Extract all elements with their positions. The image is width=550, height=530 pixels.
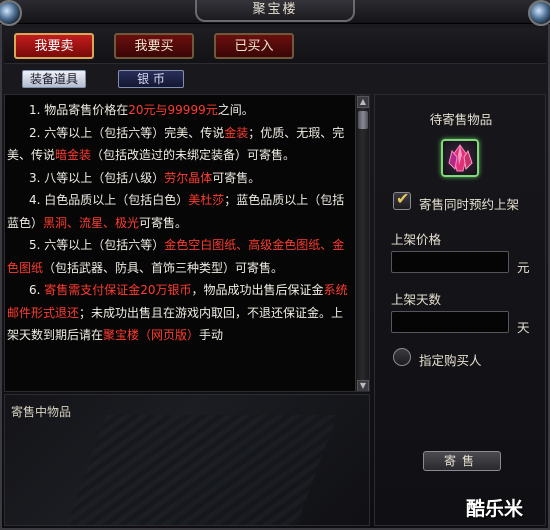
specify-buyer-label: 指定购买人	[419, 353, 482, 368]
days-label: 上架天数	[391, 292, 442, 307]
rule-6: 6. 寄售需支付保证金20万银币，物品成功出售后保证金系统邮件形式退还；未成功出…	[7, 283, 348, 342]
selling-items-panel: 寄售中物品	[4, 394, 370, 526]
days-input[interactable]	[391, 311, 509, 333]
subtab-equipment[interactable]: 装备道具	[22, 70, 86, 88]
corner-gem-icon	[0, 0, 22, 26]
reserve-listing-label: 寄售同时预约上架	[419, 197, 520, 212]
price-label: 上架价格	[391, 232, 442, 247]
watermark: 酷乐米	[466, 498, 524, 520]
corner-gem-icon	[528, 0, 550, 26]
checkmark-icon: ✔	[396, 189, 410, 208]
subtab-silver[interactable]: 银 币	[118, 70, 184, 88]
tab-bought[interactable]: 已买入	[214, 33, 294, 59]
tab-buy[interactable]: 我要买	[114, 33, 194, 59]
pending-item-title: 待寄售物品	[429, 112, 493, 127]
consign-panel: 待寄售物品 ✔ 寄售同时预约上架 上架价格 元 上架天数 天 指定购买人 寄售	[374, 94, 546, 526]
consign-button[interactable]: 寄售	[423, 451, 501, 471]
days-unit: 天	[517, 320, 530, 335]
scroll-up-icon[interactable]: ▲	[357, 96, 369, 108]
scroll-down-icon[interactable]: ▼	[357, 380, 369, 391]
reserve-listing-checkbox[interactable]: ✔	[393, 189, 411, 210]
rule-5: 5. 六等以上（包括六等）金色空白图纸、高级金色图纸、金色图纸（包括武器、防具、…	[7, 238, 345, 275]
specify-buyer-checkbox[interactable]	[393, 348, 411, 366]
rule-1: 1. 物品寄售价格在20元与99999元之间。	[29, 103, 254, 117]
rule-2: 2. 六等以上（包括六等）完美、传说金装；优质、无瑕、完美、传说暗金装（包括改造…	[7, 125, 345, 163]
rule-3: 3. 八等以上（包括八级）劳尔晶体可寄售。	[29, 170, 261, 185]
rules-text: 1. 物品寄售价格在20元与99999元之间。 2. 六等以上（包括六等）完美、…	[7, 99, 353, 347]
background-decoration	[63, 415, 337, 525]
rule-4: 4. 白色品质以上（包括白色）美杜莎；蓝色品质以上（包括蓝色）黑洞、流星、极光可…	[7, 193, 345, 230]
crystal-icon	[448, 144, 473, 172]
price-input[interactable]	[391, 251, 509, 273]
window-title: 聚宝楼	[195, 0, 355, 22]
rules-scrollbar[interactable]: ▲ ▼	[355, 95, 369, 391]
tab-bar: 我要卖 我要买 已买入	[4, 28, 546, 64]
scroll-thumb[interactable]	[358, 111, 368, 129]
rules-panel: 1. 物品寄售价格在20元与99999元之间。 2. 六等以上（包括六等）完美、…	[4, 94, 370, 392]
title-bar: 聚宝楼	[0, 0, 550, 26]
item-slot[interactable]	[441, 139, 479, 177]
selling-items-label: 寄售中物品	[11, 405, 72, 419]
price-unit: 元	[517, 260, 530, 275]
tab-sell[interactable]: 我要卖	[14, 33, 94, 59]
